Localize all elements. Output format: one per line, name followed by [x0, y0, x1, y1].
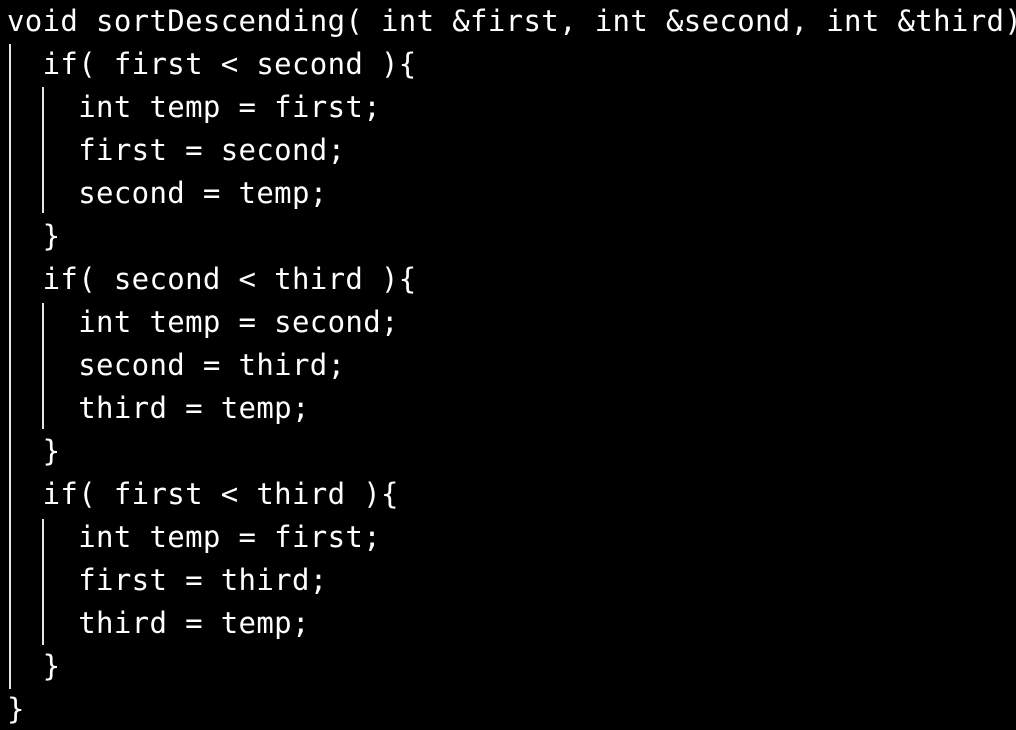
code-line-3[interactable]: int temp = first; [7, 86, 381, 129]
code-line-2[interactable]: if( first < second ){ [7, 43, 417, 86]
code-line-5[interactable]: second = temp; [7, 172, 328, 215]
code-line-13[interactable]: int temp = first; [7, 516, 381, 559]
code-line-15[interactable]: third = temp; [7, 602, 310, 645]
code-editor[interactable]: void sortDescending( int &first, int &se… [0, 0, 1016, 730]
code-line-8[interactable]: int temp = second; [7, 301, 399, 344]
code-line-12[interactable]: if( first < third ){ [7, 473, 399, 516]
code-line-16[interactable]: } [7, 645, 60, 688]
code-line-10[interactable]: third = temp; [7, 387, 310, 430]
code-line-9[interactable]: second = third; [7, 344, 345, 387]
code-line-6[interactable]: } [7, 215, 60, 258]
code-line-4[interactable]: first = second; [7, 129, 345, 172]
code-line-7[interactable]: if( second < third ){ [7, 258, 417, 301]
code-line-11[interactable]: } [7, 430, 60, 473]
code-line-17[interactable]: } [7, 688, 25, 730]
code-line-1[interactable]: void sortDescending( int &first, int &se… [7, 0, 1016, 43]
code-line-14[interactable]: first = third; [7, 559, 328, 602]
